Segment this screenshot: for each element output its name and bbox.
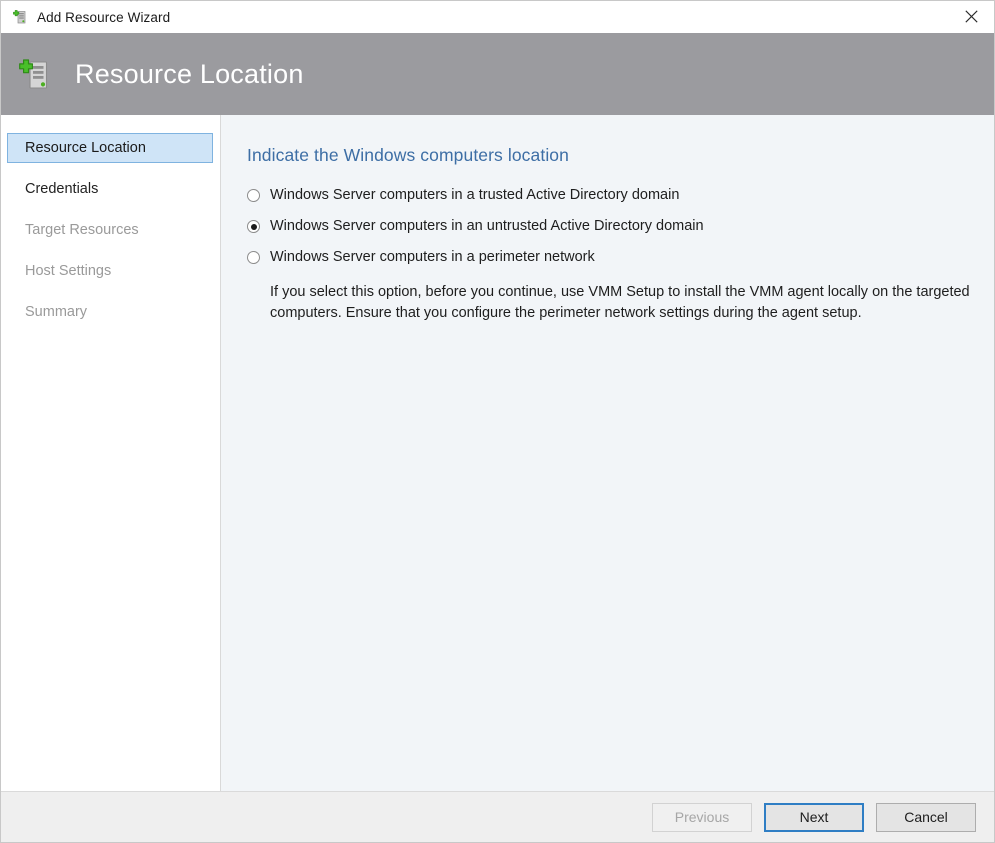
- sidebar-item-label: Resource Location: [25, 140, 146, 156]
- radio-button-selected-icon: [247, 220, 260, 233]
- radio-option-label: Windows Server computers in an untrusted…: [270, 217, 704, 235]
- page-header: Resource Location: [1, 33, 994, 115]
- radio-option-perimeter-network[interactable]: Windows Server computers in a perimeter …: [247, 248, 994, 266]
- radio-button-icon: [247, 251, 260, 264]
- wizard-footer: Previous Next Cancel: [1, 791, 994, 842]
- add-server-icon: [17, 57, 53, 93]
- sidebar-item-label: Credentials: [25, 181, 98, 197]
- sidebar-item-credentials[interactable]: Credentials: [7, 174, 213, 204]
- cancel-button[interactable]: Cancel: [876, 803, 976, 832]
- sidebar-item-summary: Summary: [7, 297, 213, 327]
- radio-option-label: Windows Server computers in a trusted Ac…: [270, 186, 679, 204]
- close-icon[interactable]: [949, 1, 994, 32]
- sidebar-item-host-settings: Host Settings: [7, 256, 213, 286]
- sidebar-item-label: Target Resources: [25, 222, 139, 238]
- title-bar: Add Resource Wizard: [1, 1, 994, 33]
- perimeter-network-helper-text: If you select this option, before you co…: [270, 282, 988, 324]
- content-heading: Indicate the Windows computers location: [247, 145, 994, 166]
- radio-option-trusted-domain[interactable]: Windows Server computers in a trusted Ac…: [247, 186, 994, 204]
- radio-option-untrusted-domain[interactable]: Windows Server computers in an untrusted…: [247, 217, 994, 235]
- wizard-content-panel: Indicate the Windows computers location …: [221, 115, 994, 791]
- window-title: Add Resource Wizard: [37, 10, 170, 25]
- add-resource-wizard-window: Add Resource Wizard Resource Location Re…: [0, 0, 995, 843]
- page-title: Resource Location: [75, 59, 304, 90]
- sidebar-item-label: Host Settings: [25, 263, 111, 279]
- wizard-body: Resource Location Credentials Target Res…: [1, 115, 994, 791]
- next-button[interactable]: Next: [764, 803, 864, 832]
- radio-button-icon: [247, 189, 260, 202]
- add-server-icon: [12, 9, 28, 25]
- wizard-step-sidebar: Resource Location Credentials Target Res…: [1, 115, 221, 791]
- sidebar-item-label: Summary: [25, 304, 87, 320]
- previous-button: Previous: [652, 803, 752, 832]
- sidebar-item-target-resources: Target Resources: [7, 215, 213, 245]
- sidebar-item-resource-location[interactable]: Resource Location: [7, 133, 213, 163]
- radio-option-label: Windows Server computers in a perimeter …: [270, 248, 595, 266]
